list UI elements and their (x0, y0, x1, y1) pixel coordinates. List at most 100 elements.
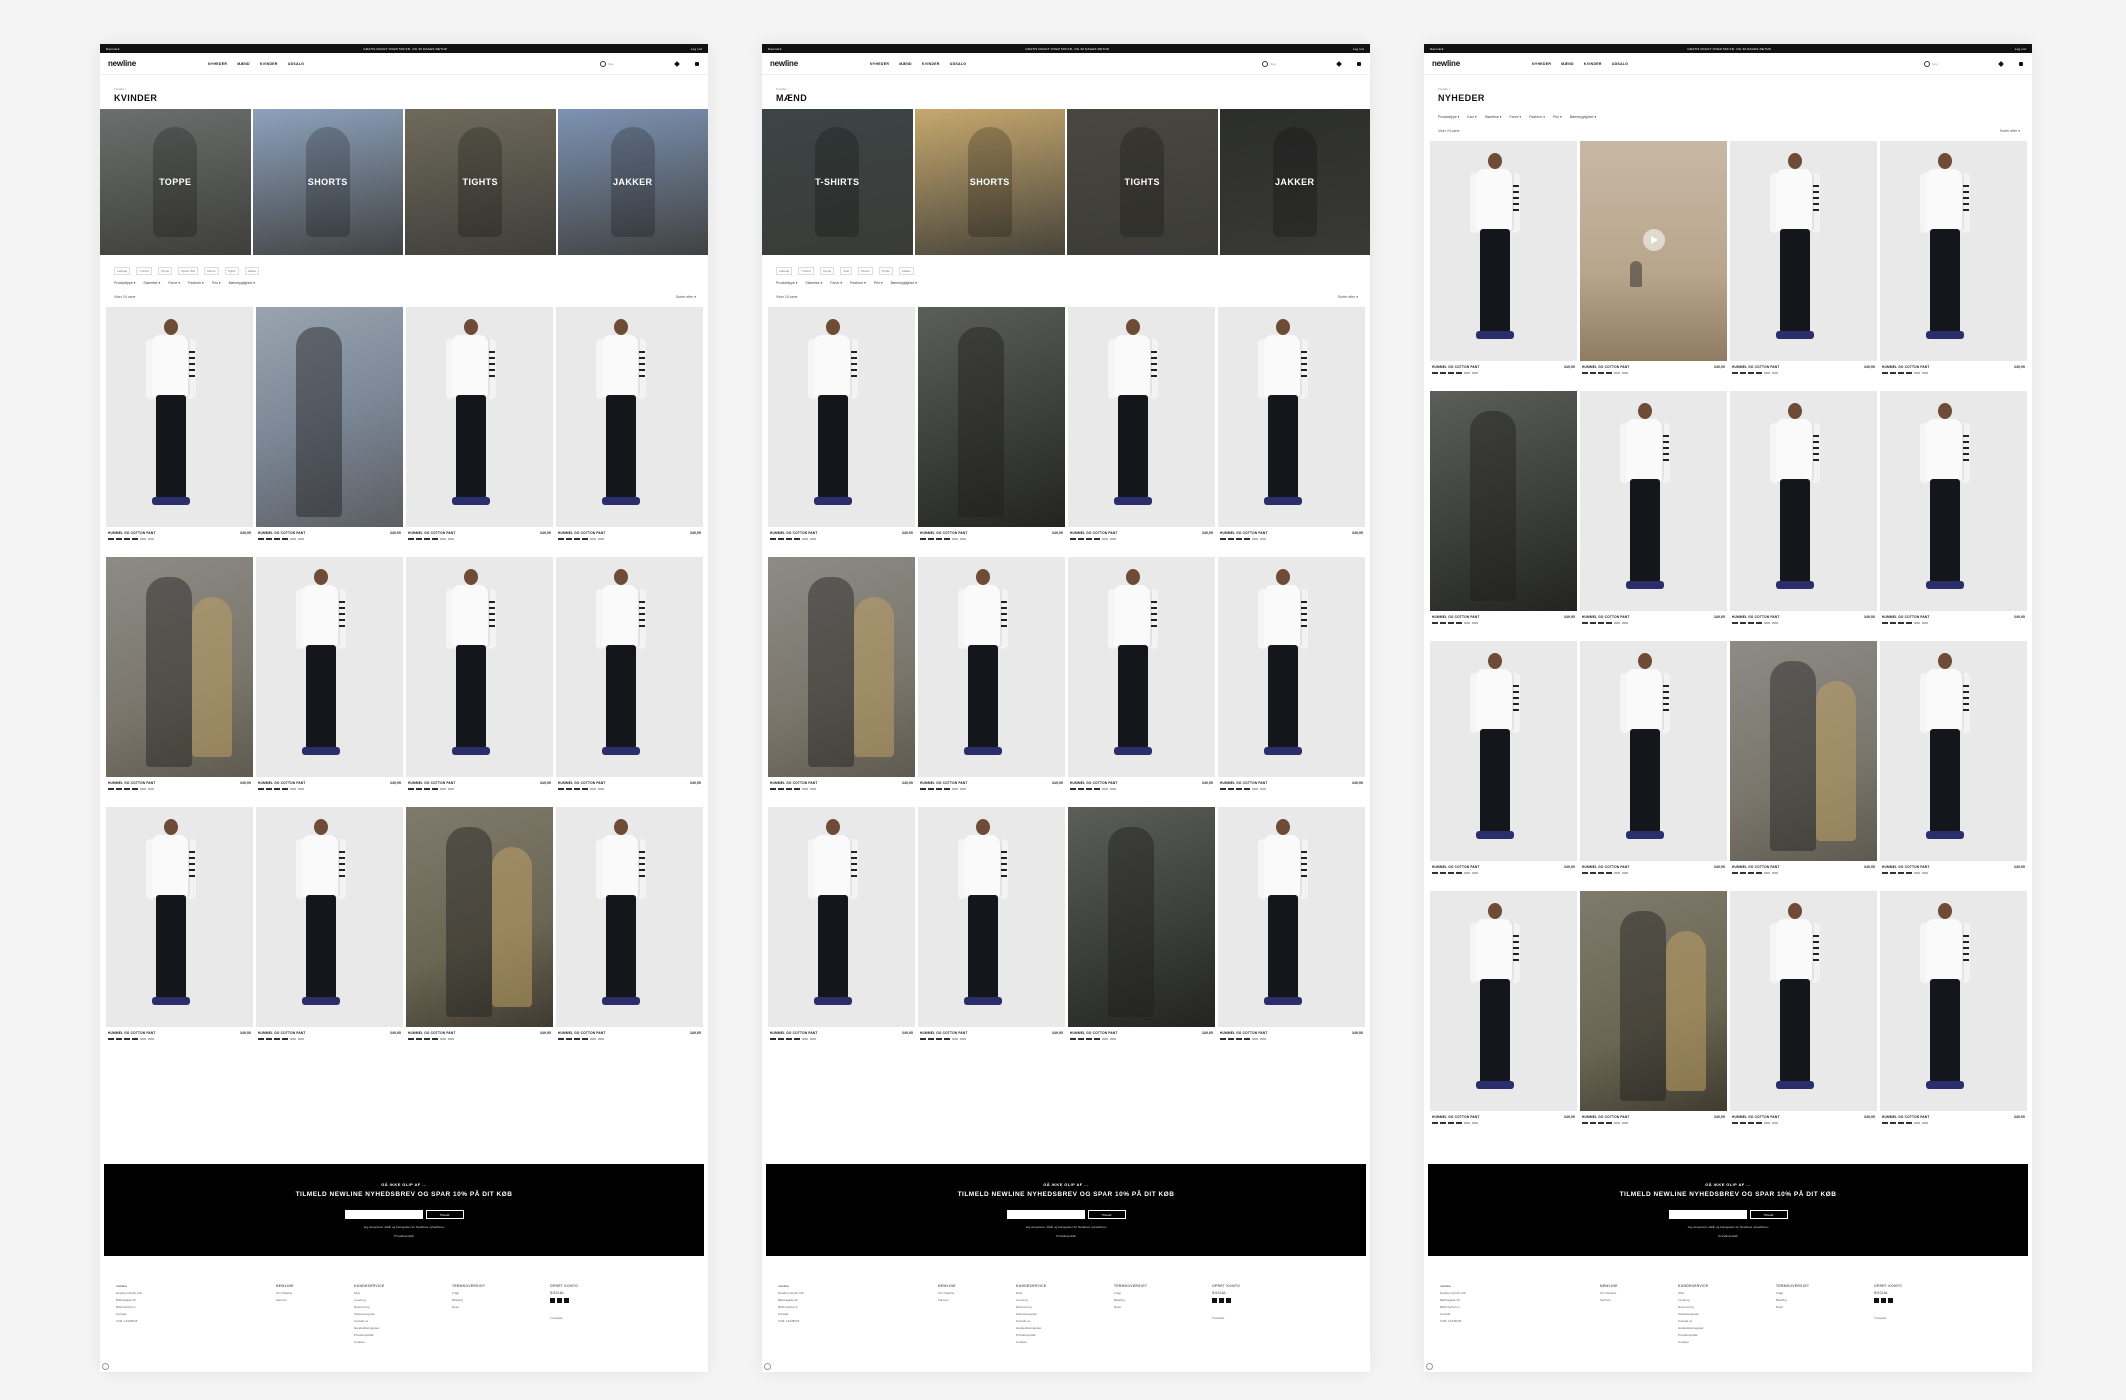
color-swatch[interactable] (1582, 1122, 1588, 1124)
menu-item-0[interactable]: NYHEDER (870, 62, 889, 66)
color-swatch[interactable] (810, 538, 816, 540)
color-swatch[interactable] (1898, 872, 1904, 874)
menu-item-2[interactable]: KVINDER (260, 62, 278, 66)
product-card[interactable]: HUMMEL GO COTTON PANT 349,95 (406, 807, 553, 1057)
subcategory-link[interactable]: Jakker (898, 267, 914, 275)
cart-icon[interactable] (1356, 61, 1362, 67)
color-swatch[interactable] (290, 538, 296, 540)
color-swatch[interactable] (582, 1038, 588, 1040)
menu-item-2[interactable]: KVINDER (1584, 62, 1602, 66)
privacy-link[interactable]: Privatlivspolitik (1428, 1234, 2028, 1238)
color-swatch[interactable] (1464, 372, 1470, 374)
footer-link[interactable]: Handelsbetingelser (1016, 1326, 1114, 1330)
footer-link[interactable]: Handelsbetingelser (1678, 1326, 1776, 1330)
subcategory-link[interactable]: Løbetøj (776, 267, 793, 275)
email-field[interactable] (344, 1210, 423, 1219)
color-swatch[interactable] (1220, 788, 1226, 790)
color-swatch[interactable] (1582, 372, 1588, 374)
color-swatch[interactable] (1260, 1038, 1266, 1040)
color-swatch[interactable] (124, 538, 130, 540)
menu-item-3[interactable]: UDSALG (288, 62, 305, 66)
color-swatch[interactable] (1756, 1122, 1762, 1124)
color-swatch[interactable] (132, 788, 138, 790)
menu-item-3[interactable]: UDSALG (1612, 62, 1629, 66)
color-swatch[interactable] (566, 1038, 572, 1040)
breadcrumb[interactable]: Forside / (100, 75, 708, 91)
color-swatch[interactable] (448, 788, 454, 790)
product-card[interactable]: HUMMEL GO COTTON PANT 349,95 (1430, 891, 1577, 1141)
footer-link[interactable]: Levering (354, 1298, 452, 1302)
product-name[interactable]: HUMMEL GO COTTON PANT (1070, 1031, 1118, 1035)
color-swatch[interactable] (1732, 872, 1738, 874)
email-field[interactable] (1006, 1210, 1085, 1219)
footer-link[interactable]: FAQ (354, 1291, 452, 1295)
product-name[interactable]: HUMMEL GO COTTON PANT (108, 531, 156, 535)
category-tile[interactable]: TIGHTS (1067, 109, 1218, 255)
color-swatch[interactable] (1890, 372, 1896, 374)
youtube-icon[interactable] (1888, 1298, 1893, 1303)
color-swatch[interactable] (1094, 788, 1100, 790)
color-swatch[interactable] (1260, 538, 1266, 540)
product-name[interactable]: HUMMEL GO COTTON PANT (1582, 1115, 1630, 1119)
color-swatch[interactable] (1228, 788, 1234, 790)
product-image[interactable] (1880, 391, 2027, 611)
product-card[interactable]: HUMMEL GO COTTON PANT 349,95 (106, 807, 253, 1057)
color-swatch[interactable] (1748, 622, 1754, 624)
color-swatch[interactable] (1606, 622, 1612, 624)
color-swatch[interactable] (1472, 372, 1478, 374)
color-swatch[interactable] (574, 788, 580, 790)
color-swatch[interactable] (1914, 622, 1920, 624)
color-swatch[interactable] (810, 788, 816, 790)
filter-dropdown[interactable]: Produkttype ▾ (114, 281, 135, 285)
filter-dropdown[interactable]: Bæredygtighed ▾ (891, 281, 917, 285)
trustpilot-badge[interactable]: Trustpilot (1212, 1316, 1312, 1320)
color-swatch[interactable] (1764, 1122, 1770, 1124)
product-card[interactable]: HUMMEL GO COTTON PANT 349,95 (1430, 141, 1577, 391)
product-card[interactable]: HUMMEL GO COTTON PANT 349,95 (1730, 641, 1877, 891)
color-swatch[interactable] (590, 1038, 596, 1040)
product-card[interactable]: HUMMEL GO COTTON PANT 349,95 (1068, 307, 1215, 557)
color-swatch[interactable] (1086, 1038, 1092, 1040)
footer-link[interactable]: Om Newline (1600, 1291, 1678, 1295)
color-swatch[interactable] (1260, 788, 1266, 790)
footer-link[interactable]: Privatlivspolitik (354, 1333, 452, 1337)
color-swatch[interactable] (960, 788, 966, 790)
color-swatch[interactable] (140, 788, 146, 790)
product-name[interactable]: HUMMEL GO COTTON PANT (258, 781, 306, 785)
product-card[interactable]: HUMMEL GO COTTON PANT 349,95 (1218, 557, 1365, 807)
color-swatch[interactable] (298, 1038, 304, 1040)
color-swatch[interactable] (1432, 1122, 1438, 1124)
footer-link[interactable]: Cookies (354, 1340, 452, 1344)
color-swatch[interactable] (1622, 622, 1628, 624)
color-swatch[interactable] (1590, 622, 1596, 624)
color-swatch[interactable] (920, 788, 926, 790)
login-link[interactable]: Log ind (691, 47, 702, 51)
color-swatch[interactable] (432, 1038, 438, 1040)
cookie-settings-icon[interactable] (764, 1363, 771, 1370)
footer-link[interactable]: Om Newline (276, 1291, 354, 1295)
color-swatch[interactable] (1598, 872, 1604, 874)
color-swatch[interactable] (1764, 622, 1770, 624)
product-card[interactable]: HUMMEL GO COTTON PANT 349,95 (1730, 891, 1877, 1141)
color-swatch[interactable] (574, 1038, 580, 1040)
privacy-link[interactable]: Privatlivspolitik (104, 1234, 704, 1238)
color-swatch[interactable] (1740, 872, 1746, 874)
wishlist-icon[interactable] (674, 61, 680, 67)
logo[interactable]: newline (770, 59, 870, 68)
color-swatch[interactable] (1252, 538, 1258, 540)
color-swatch[interactable] (1472, 622, 1478, 624)
logo[interactable]: newline (1432, 59, 1532, 68)
subcategory-link[interactable]: Toppe (158, 267, 173, 275)
filter-dropdown[interactable]: Pasform ▾ (850, 281, 866, 285)
footer-link[interactable]: Betaling (1114, 1298, 1212, 1302)
subcategory-link[interactable]: Shorts (203, 267, 219, 275)
color-swatch[interactable] (598, 788, 604, 790)
product-card[interactable]: HUMMEL GO COTTON PANT 349,95 (106, 557, 253, 807)
trustpilot-badge[interactable]: Trustpilot (1874, 1316, 1974, 1320)
color-swatch[interactable] (116, 538, 122, 540)
product-card[interactable]: HUMMEL GO COTTON PANT 349,95 (406, 557, 553, 807)
product-name[interactable]: HUMMEL GO COTTON PANT (1582, 865, 1630, 869)
color-swatch[interactable] (778, 788, 784, 790)
product-name[interactable]: HUMMEL GO COTTON PANT (1432, 365, 1480, 369)
product-card[interactable]: HUMMEL GO COTTON PANT 349,95 (1218, 807, 1365, 1057)
